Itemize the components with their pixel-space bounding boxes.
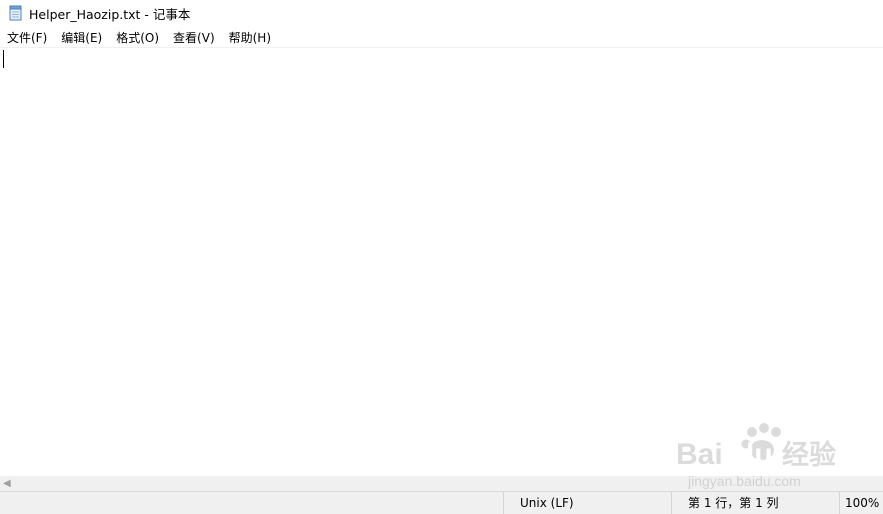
svg-text:Bai: Bai bbox=[676, 438, 723, 471]
svg-text:du: du bbox=[736, 438, 773, 471]
menu-edit[interactable]: 编辑(E) bbox=[61, 27, 102, 48]
menu-format[interactable]: 格式(O) bbox=[116, 27, 159, 48]
status-line-ending: Unix (LF) bbox=[503, 492, 671, 514]
menu-bar: 文件(F) 编辑(E) 格式(O) 查看(V) 帮助(H) bbox=[0, 27, 883, 47]
title-bar[interactable]: Helper_Haozip.txt - 记事本 bbox=[0, 0, 883, 26]
menu-view[interactable]: 查看(V) bbox=[173, 27, 215, 48]
baidu-jingyan-watermark-logo: Bai du 经验 jingyan.baidu.com bbox=[676, 423, 836, 489]
scroll-left-arrow-icon[interactable]: ◀ bbox=[3, 478, 13, 489]
svg-text:jingyan.baidu.com: jingyan.baidu.com bbox=[687, 473, 801, 489]
svg-text:经验: 经验 bbox=[782, 439, 836, 471]
menu-file[interactable]: 文件(F) bbox=[7, 27, 47, 48]
notepad-icon bbox=[9, 5, 22, 21]
notepad-window: Helper_Haozip.txt - 记事本 文件(F) 编辑(E) 格式(O… bbox=[0, 0, 883, 514]
menu-help[interactable]: 帮助(H) bbox=[229, 27, 271, 48]
status-cursor-position: 第 1 行，第 1 列 bbox=[671, 492, 839, 514]
status-bar: Unix (LF) 第 1 行，第 1 列 100% bbox=[0, 491, 883, 514]
status-zoom-level: 100% bbox=[839, 492, 883, 514]
window-title: Helper_Haozip.txt - 记事本 bbox=[29, 6, 191, 22]
text-editor-area[interactable] bbox=[0, 47, 883, 476]
text-caret bbox=[3, 50, 4, 68]
